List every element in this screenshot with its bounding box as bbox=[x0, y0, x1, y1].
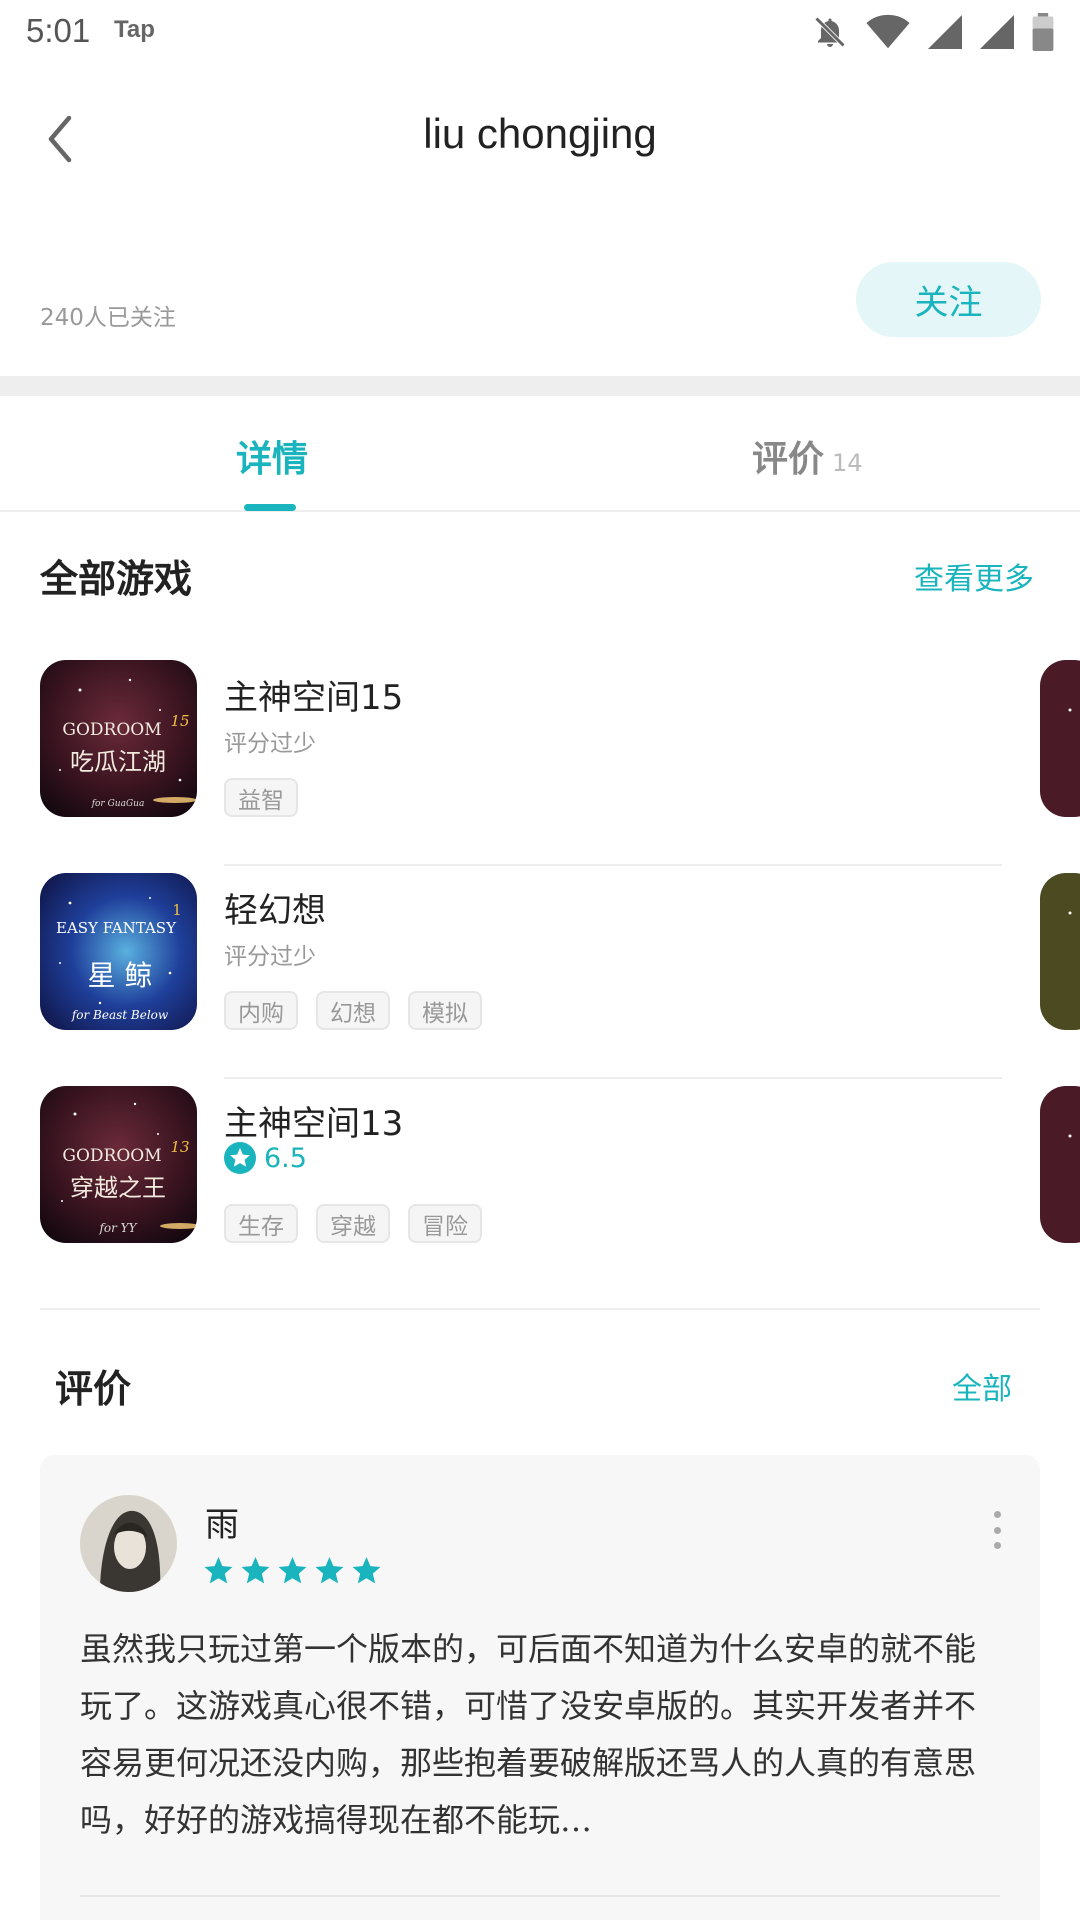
next-card-peek[interactable] bbox=[1040, 660, 1080, 817]
svg-text:for GuaGua: for GuaGua bbox=[91, 799, 145, 809]
avatar[interactable] bbox=[80, 1495, 177, 1592]
game-tag[interactable]: 幻想 bbox=[316, 991, 390, 1030]
game-tag[interactable]: 冒险 bbox=[408, 1204, 482, 1243]
tab-bar: 详情 评价 14 bbox=[0, 396, 1080, 512]
page-title: liu chongjing bbox=[423, 110, 657, 157]
next-card-peek[interactable] bbox=[1040, 873, 1080, 1030]
game-tags: 益智 bbox=[224, 778, 298, 817]
follower-count: 240人已关注 bbox=[40, 305, 176, 331]
tab-active-indicator bbox=[244, 504, 296, 511]
star-icon bbox=[315, 1556, 344, 1584]
more-options-button[interactable] bbox=[982, 1507, 1012, 1553]
game-tag[interactable]: 益智 bbox=[224, 778, 298, 817]
svg-text:穿越之王: 穿越之王 bbox=[70, 1174, 166, 1202]
game-name: 轻幻想 bbox=[224, 891, 326, 931]
signal-icon bbox=[980, 15, 1014, 49]
games-section-title: 全部游戏 bbox=[40, 557, 193, 601]
game-tags: 内购 幻想 模拟 bbox=[224, 991, 482, 1030]
game-rating-text: 评分过少 bbox=[224, 944, 316, 970]
game-separator bbox=[224, 1077, 1002, 1079]
status-app-name: Tap bbox=[114, 16, 155, 43]
svg-text:星 鲸: 星 鲸 bbox=[88, 959, 153, 992]
star-icon bbox=[241, 1556, 270, 1584]
bell-off-icon bbox=[814, 16, 846, 48]
page-header: liu chongjing bbox=[0, 64, 1080, 214]
reviews-section-title: 评价 bbox=[55, 1367, 132, 1411]
star-icon bbox=[204, 1556, 233, 1584]
game-icon[interactable]: GODROOM 15 吃瓜江湖 for GuaGua bbox=[40, 660, 197, 817]
game-name: 主神空间13 bbox=[224, 1104, 404, 1144]
game-icon-text: EASY FANTASY bbox=[56, 919, 177, 937]
tab-reviews-count: 14 bbox=[832, 449, 863, 477]
star-badge-icon bbox=[224, 1142, 256, 1174]
more-dot-icon bbox=[993, 1542, 1001, 1549]
more-dot-icon bbox=[993, 1511, 1001, 1518]
signal-icon bbox=[928, 15, 962, 49]
svg-text:1: 1 bbox=[172, 901, 182, 919]
star-icon bbox=[352, 1556, 381, 1584]
all-reviews-link[interactable]: 全部 bbox=[952, 1364, 1012, 1408]
game-item[interactable]: GODROOM 15 吃瓜江湖 for GuaGua 主神空间15 评分过少 益… bbox=[0, 660, 1080, 872]
view-more-link[interactable]: 查看更多 bbox=[914, 554, 1034, 598]
svg-text:15: 15 bbox=[170, 712, 189, 730]
game-tags: 生存 穿越 冒险 bbox=[224, 1204, 482, 1243]
next-card-peek[interactable] bbox=[1040, 1086, 1080, 1243]
star-icon bbox=[278, 1556, 307, 1584]
game-icon[interactable]: GODROOM 13 穿越之王 for YY bbox=[40, 1086, 197, 1243]
svg-text:吃瓜江湖: 吃瓜江湖 bbox=[70, 748, 166, 776]
svg-text:13: 13 bbox=[170, 1138, 189, 1156]
follow-button[interactable]: 关注 bbox=[856, 262, 1041, 337]
game-icon-text: GODROOM bbox=[62, 1146, 161, 1166]
game-rating: 6.5 bbox=[224, 1142, 307, 1174]
status-time: 5:01 bbox=[26, 12, 91, 49]
section-separator bbox=[40, 1308, 1040, 1310]
review-text: 虽然我只玩过第一个版本的，可后面不知道为什么安卓的就不能玩了。这游戏真心很不错，… bbox=[80, 1630, 977, 1839]
game-tag[interactable]: 穿越 bbox=[316, 1204, 390, 1243]
game-tag[interactable]: 内购 bbox=[224, 991, 298, 1030]
section-divider bbox=[0, 376, 1080, 396]
tab-details-label: 详情 bbox=[236, 439, 309, 480]
tab-reviews[interactable]: 评价 14 bbox=[752, 430, 863, 482]
status-bar: 5:01 Tap bbox=[0, 0, 1080, 64]
game-icon-text: GODROOM bbox=[62, 720, 161, 740]
game-separator bbox=[224, 864, 1002, 866]
more-dot-icon bbox=[993, 1526, 1001, 1534]
tab-details[interactable]: 详情 bbox=[236, 430, 308, 482]
card-separator bbox=[80, 1895, 1000, 1897]
game-item[interactable]: GODROOM 13 穿越之王 for YY 主神空间13 6.5 生存 穿越 … bbox=[0, 1086, 1080, 1298]
game-item[interactable]: EASY FANTASY 1 星 鲸 for Beast Below 轻幻想 评… bbox=[0, 873, 1080, 1085]
game-name: 主神空间15 bbox=[224, 678, 404, 718]
battery-icon bbox=[1032, 13, 1054, 51]
status-icons bbox=[812, 13, 1054, 51]
wifi-icon bbox=[866, 14, 910, 49]
svg-text:for YY: for YY bbox=[98, 1221, 137, 1235]
reviewer-name: 雨 bbox=[205, 1505, 239, 1545]
review-stars bbox=[203, 1555, 382, 1586]
game-icon[interactable]: EASY FANTASY 1 星 鲸 for Beast Below bbox=[40, 873, 197, 1030]
svg-text:for Beast Below: for Beast Below bbox=[71, 1008, 169, 1022]
game-tag[interactable]: 生存 bbox=[224, 1204, 298, 1243]
tab-reviews-label: 评价 bbox=[752, 439, 825, 480]
game-tag[interactable]: 模拟 bbox=[408, 991, 482, 1030]
review-card[interactable]: 雨 虽然我只玩过第一个版本的，可后面不知道为什么安卓的就不能玩了。这游戏真心很不… bbox=[40, 1455, 1040, 1920]
game-rating-text: 评分过少 bbox=[224, 731, 316, 757]
game-rating-value: 6.5 bbox=[264, 1142, 307, 1174]
